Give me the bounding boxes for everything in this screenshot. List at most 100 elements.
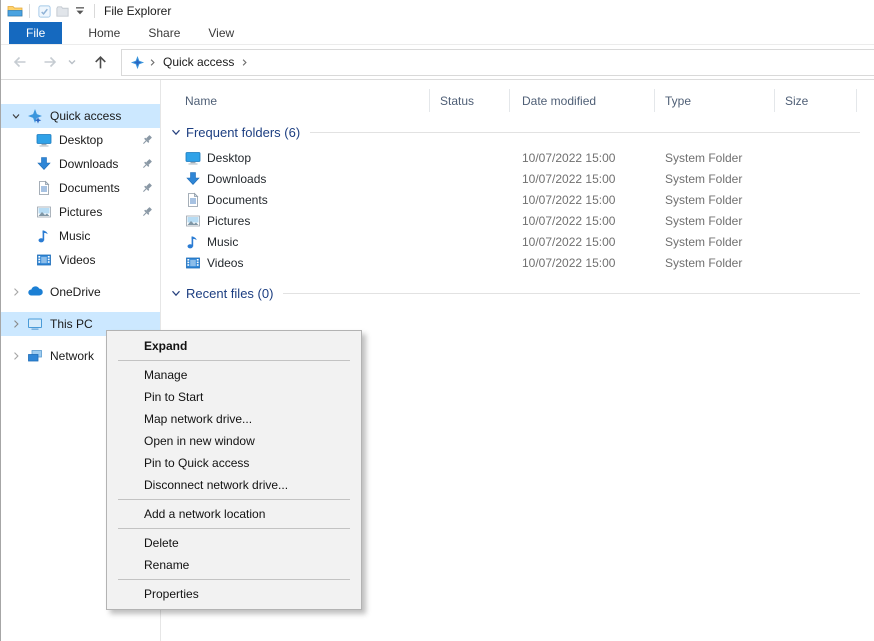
sidebar-item-videos[interactable]: Videos xyxy=(1,248,160,272)
sidebar-item-quick-access[interactable]: Quick access xyxy=(1,104,160,128)
menu-item-manage[interactable]: Manage xyxy=(107,364,361,386)
menu-item-disconnect-network-drive[interactable]: Disconnect network drive... xyxy=(107,474,361,496)
customize-quick-access-toolbar-dropdown-icon[interactable] xyxy=(71,2,89,20)
column-header-name[interactable]: Name xyxy=(161,89,430,112)
menu-item-add-a-network-location[interactable]: Add a network location xyxy=(107,503,361,525)
file-status xyxy=(430,168,510,189)
menu-item-expand[interactable]: Expand xyxy=(107,335,361,357)
menu-item-open-in-new-window[interactable]: Open in new window xyxy=(107,430,361,452)
menu-separator xyxy=(118,360,350,361)
chevron-right-icon[interactable] xyxy=(5,350,27,362)
file-type: System Folder xyxy=(655,231,775,252)
recent-locations-dropdown-icon[interactable] xyxy=(65,57,79,67)
file-date-modified: 10/07/2022 15:00 xyxy=(510,189,655,210)
onedrive-icon xyxy=(27,284,43,300)
videos-icon xyxy=(36,252,52,268)
videos-icon xyxy=(185,255,201,271)
documents-icon xyxy=(185,192,201,208)
sidebar-item-label: Videos xyxy=(59,253,95,267)
sidebar-item-documents[interactable]: Documents xyxy=(1,176,160,200)
quick-access-star-icon xyxy=(27,108,43,124)
sidebar-item-downloads[interactable]: Downloads xyxy=(1,152,160,176)
section-title: Frequent folders (6) xyxy=(186,125,300,140)
breadcrumb-location[interactable]: Quick access xyxy=(160,55,237,69)
tab-view[interactable]: View xyxy=(194,22,248,44)
desktop-icon xyxy=(185,150,201,166)
file-row-videos[interactable]: Videos 10/07/2022 15:00 System Folder xyxy=(161,252,874,273)
file-row-music[interactable]: Music 10/07/2022 15:00 System Folder xyxy=(161,231,874,252)
section-title: Recent files (0) xyxy=(186,286,273,301)
column-header-row: Name Status Date modified Type Size xyxy=(161,89,874,112)
menu-item-properties[interactable]: Properties xyxy=(107,583,361,605)
sidebar-item-pictures[interactable]: Pictures xyxy=(1,200,160,224)
file-status xyxy=(430,147,510,168)
pin-icon xyxy=(140,157,154,171)
breadcrumb-chevron-icon[interactable] xyxy=(240,58,249,67)
properties-quick-button[interactable] xyxy=(35,2,53,20)
sidebar-item-label: Network xyxy=(50,349,94,363)
file-size xyxy=(775,189,857,210)
chevron-down-icon[interactable] xyxy=(169,125,183,139)
divider xyxy=(29,4,30,18)
menu-item-rename[interactable]: Rename xyxy=(107,554,361,576)
network-icon xyxy=(27,348,43,364)
chevron-right-icon[interactable] xyxy=(5,286,27,298)
column-header-date-modified[interactable]: Date modified xyxy=(510,89,655,112)
menu-item-pin-to-quick-access[interactable]: Pin to Quick access xyxy=(107,452,361,474)
file-date-modified: 10/07/2022 15:00 xyxy=(510,210,655,231)
window-title: File Explorer xyxy=(104,4,171,18)
up-button[interactable] xyxy=(87,54,113,71)
file-date-modified: 10/07/2022 15:00 xyxy=(510,231,655,252)
address-bar[interactable]: Quick access xyxy=(121,49,874,76)
music-icon xyxy=(185,234,201,250)
file-status xyxy=(430,252,510,273)
file-status xyxy=(430,231,510,252)
file-row-pictures[interactable]: Pictures 10/07/2022 15:00 System Folder xyxy=(161,210,874,231)
file-date-modified: 10/07/2022 15:00 xyxy=(510,168,655,189)
file-explorer-icon[interactable] xyxy=(6,2,24,20)
back-button[interactable] xyxy=(7,54,33,70)
tab-share[interactable]: Share xyxy=(134,22,194,44)
forward-button[interactable] xyxy=(37,54,63,70)
section-recent-files[interactable]: Recent files (0) xyxy=(161,282,874,304)
file-row-downloads[interactable]: Downloads 10/07/2022 15:00 System Folder xyxy=(161,168,874,189)
title-bar: File Explorer xyxy=(1,0,874,22)
menu-item-delete[interactable]: Delete xyxy=(107,532,361,554)
file-row-desktop[interactable]: Desktop 10/07/2022 15:00 System Folder xyxy=(161,147,874,168)
file-name: Videos xyxy=(207,256,243,270)
ribbon-tab-bar: File Home Share View xyxy=(1,22,874,45)
divider xyxy=(94,4,95,18)
file-name: Documents xyxy=(207,193,268,207)
column-header-type[interactable]: Type xyxy=(655,89,775,112)
menu-item-pin-to-start[interactable]: Pin to Start xyxy=(107,386,361,408)
breadcrumb-chevron-icon xyxy=(148,58,157,67)
sidebar-item-label: Documents xyxy=(59,181,120,195)
downloads-icon xyxy=(185,171,201,187)
new-folder-quick-button[interactable] xyxy=(53,2,71,20)
sidebar-item-music[interactable]: Music xyxy=(1,224,160,248)
chevron-down-icon[interactable] xyxy=(5,110,27,122)
section-frequent-folders[interactable]: Frequent folders (6) xyxy=(161,121,874,143)
menu-separator xyxy=(118,528,350,529)
navigation-bar: Quick access xyxy=(1,45,874,80)
file-type: System Folder xyxy=(655,210,775,231)
file-row-documents[interactable]: Documents 10/07/2022 15:00 System Folder xyxy=(161,189,874,210)
column-header-status[interactable]: Status xyxy=(430,89,510,112)
tab-home[interactable]: Home xyxy=(74,22,134,44)
chevron-right-icon[interactable] xyxy=(5,318,27,330)
sidebar-item-label: Downloads xyxy=(59,157,118,171)
column-header-size[interactable]: Size xyxy=(775,89,857,112)
tab-file[interactable]: File xyxy=(9,22,62,44)
sidebar-item-onedrive[interactable]: OneDrive xyxy=(1,280,160,304)
file-size xyxy=(775,147,857,168)
file-size xyxy=(775,231,857,252)
file-name: Pictures xyxy=(207,214,250,228)
file-type: System Folder xyxy=(655,168,775,189)
downloads-icon xyxy=(36,156,52,172)
chevron-down-icon[interactable] xyxy=(169,286,183,300)
section-rule xyxy=(310,132,860,133)
pin-icon xyxy=(140,133,154,147)
menu-item-map-network-drive[interactable]: Map network drive... xyxy=(107,408,361,430)
file-name: Music xyxy=(207,235,238,249)
sidebar-item-desktop[interactable]: Desktop xyxy=(1,128,160,152)
